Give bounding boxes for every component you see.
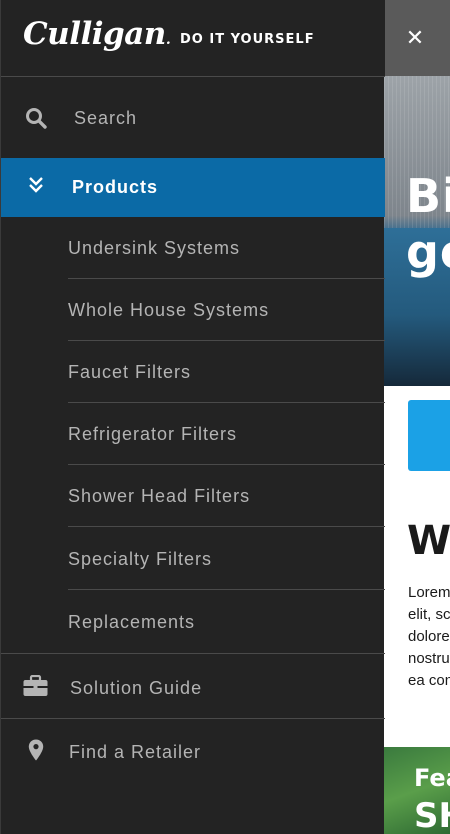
chevrons-down-icon — [29, 177, 43, 193]
map-pin-icon — [28, 739, 44, 761]
feature-kicker: Fea — [414, 764, 450, 792]
solution-guide-menu-item[interactable]: Solution Guide — [1, 655, 385, 719]
divider — [68, 589, 385, 590]
body-copy-line: elit, sc — [408, 606, 450, 623]
submenu-item-whole-house-systems[interactable]: Whole House Systems — [1, 279, 385, 341]
background-page: ✕ Bi go Wl Lorem elit, sc dolore nostru … — [384, 0, 450, 834]
submenu-item-undersink-systems[interactable]: Undersink Systems — [1, 217, 385, 279]
section-heading: Wl — [407, 518, 450, 564]
submenu-item-label: Replacements — [68, 612, 196, 632]
navigation-drawer: Culligan. DO IT YOURSELF Search Products… — [0, 0, 385, 834]
solution-guide-label: Solution Guide — [70, 678, 203, 698]
search-icon — [26, 108, 47, 129]
find-retailer-label: Find a Retailer — [69, 742, 202, 762]
hero-cta-button[interactable] — [408, 400, 450, 471]
submenu-item-replacements[interactable]: Replacements — [1, 591, 385, 653]
do-it-yourself-link[interactable]: DO IT YOURSELF — [180, 32, 315, 47]
close-icon[interactable]: ✕ — [384, 0, 446, 76]
products-label: Products — [72, 177, 159, 197]
submenu-item-label: Refrigerator Filters — [68, 424, 238, 444]
submenu-item-refrigerator-filters[interactable]: Refrigerator Filters — [1, 403, 385, 465]
submenu-item-label: Shower Head Filters — [68, 486, 251, 506]
submenu-item-label: Whole House Systems — [68, 300, 270, 320]
find-retailer-menu-item[interactable]: Find a Retailer — [1, 720, 385, 784]
section-divider — [1, 653, 385, 654]
body-copy-line: dolore — [408, 628, 450, 645]
hero-headline: Bi go — [406, 168, 450, 280]
background-top-bar: ✕ — [384, 0, 450, 76]
body-copy: Lorem elit, sc dolore nostru ea con — [408, 582, 450, 692]
submenu-item-shower-head-filters[interactable]: Shower Head Filters — [1, 465, 385, 527]
search-label: Search — [74, 108, 138, 128]
drawer-header: Culligan. DO IT YOURSELF — [1, 0, 385, 77]
divider — [68, 526, 385, 527]
body-copy-line: Lorem — [408, 584, 450, 601]
submenu-item-specialty-filters[interactable]: Specialty Filters — [1, 528, 385, 590]
submenu-item-faucet-filters[interactable]: Faucet Filters — [1, 341, 385, 403]
culligan-logo[interactable]: Culligan. — [23, 16, 171, 52]
submenu-item-label: Undersink Systems — [68, 238, 241, 258]
logo-wordmark: Culligan — [23, 16, 166, 52]
search-menu-item[interactable]: Search — [1, 78, 385, 158]
products-menu-item[interactable]: Products — [1, 158, 385, 217]
feature-title: SH — [414, 796, 450, 834]
hero-headline-line-2: go — [406, 225, 450, 279]
body-copy-line: nostru — [408, 650, 450, 667]
hero-headline-line-1: Bi — [406, 169, 450, 223]
submenu-item-label: Specialty Filters — [68, 549, 213, 569]
body-copy-line: ea con — [408, 672, 450, 689]
logo-mark: . — [165, 32, 171, 48]
section-divider — [1, 718, 385, 719]
submenu-item-label: Faucet Filters — [68, 362, 192, 382]
briefcase-icon — [23, 675, 48, 696]
